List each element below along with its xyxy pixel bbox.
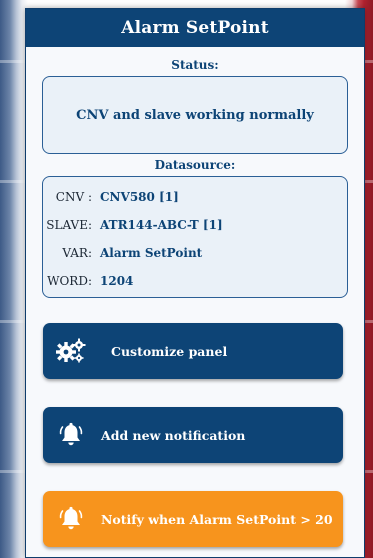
add-notification-label: Add new notification [101,427,246,443]
datasource-value: CNV580 [1] [100,190,179,204]
status-message: CNV and slave working normally [76,107,314,123]
datasource-row-cnv: CNV : CNV580 [1] [43,183,347,211]
datasource-key: CNV : [55,190,92,204]
bell-icon [51,415,91,455]
datasource-value: 1204 [100,274,134,288]
customize-panel-button[interactable]: Customize panel [43,323,343,379]
customize-panel-label: Customize panel [111,343,228,359]
datasource-value: Alarm SetPoint [100,246,203,260]
datasource-value: ATR144-ABC-T [1] [100,218,223,232]
datasource-box: CNV : CNV580 [1] SLAVE: ATR144-ABC-T [1]… [42,176,348,298]
datasource-row-slave: SLAVE: ATR144-ABC-T [1] [43,211,347,239]
add-notification-button[interactable]: Add new notification [43,407,343,463]
datasource-key: WORD: [47,274,92,288]
status-box: CNV and slave working normally [42,76,348,154]
datasource-label: Datasource: [154,158,236,172]
notify-condition-label: Notify when Alarm SetPoint > 20 [101,511,333,527]
datasource-row-word: WORD: 1204 [43,267,347,295]
bell-icon [51,499,91,539]
datasource-row-var: VAR: Alarm SetPoint [43,239,347,267]
alarm-setpoint-panel: Alarm SetPoint Status: CNV and slave wor… [25,8,365,558]
datasource-key: SLAVE: [46,218,92,232]
datasource-key: VAR: [62,246,92,260]
status-label: Status: [171,58,219,72]
notify-condition-button[interactable]: Notify when Alarm SetPoint > 20 [43,491,343,547]
gears-icon [51,331,91,371]
panel-header: Alarm SetPoint [26,9,364,47]
panel-title: Alarm SetPoint [121,18,269,38]
